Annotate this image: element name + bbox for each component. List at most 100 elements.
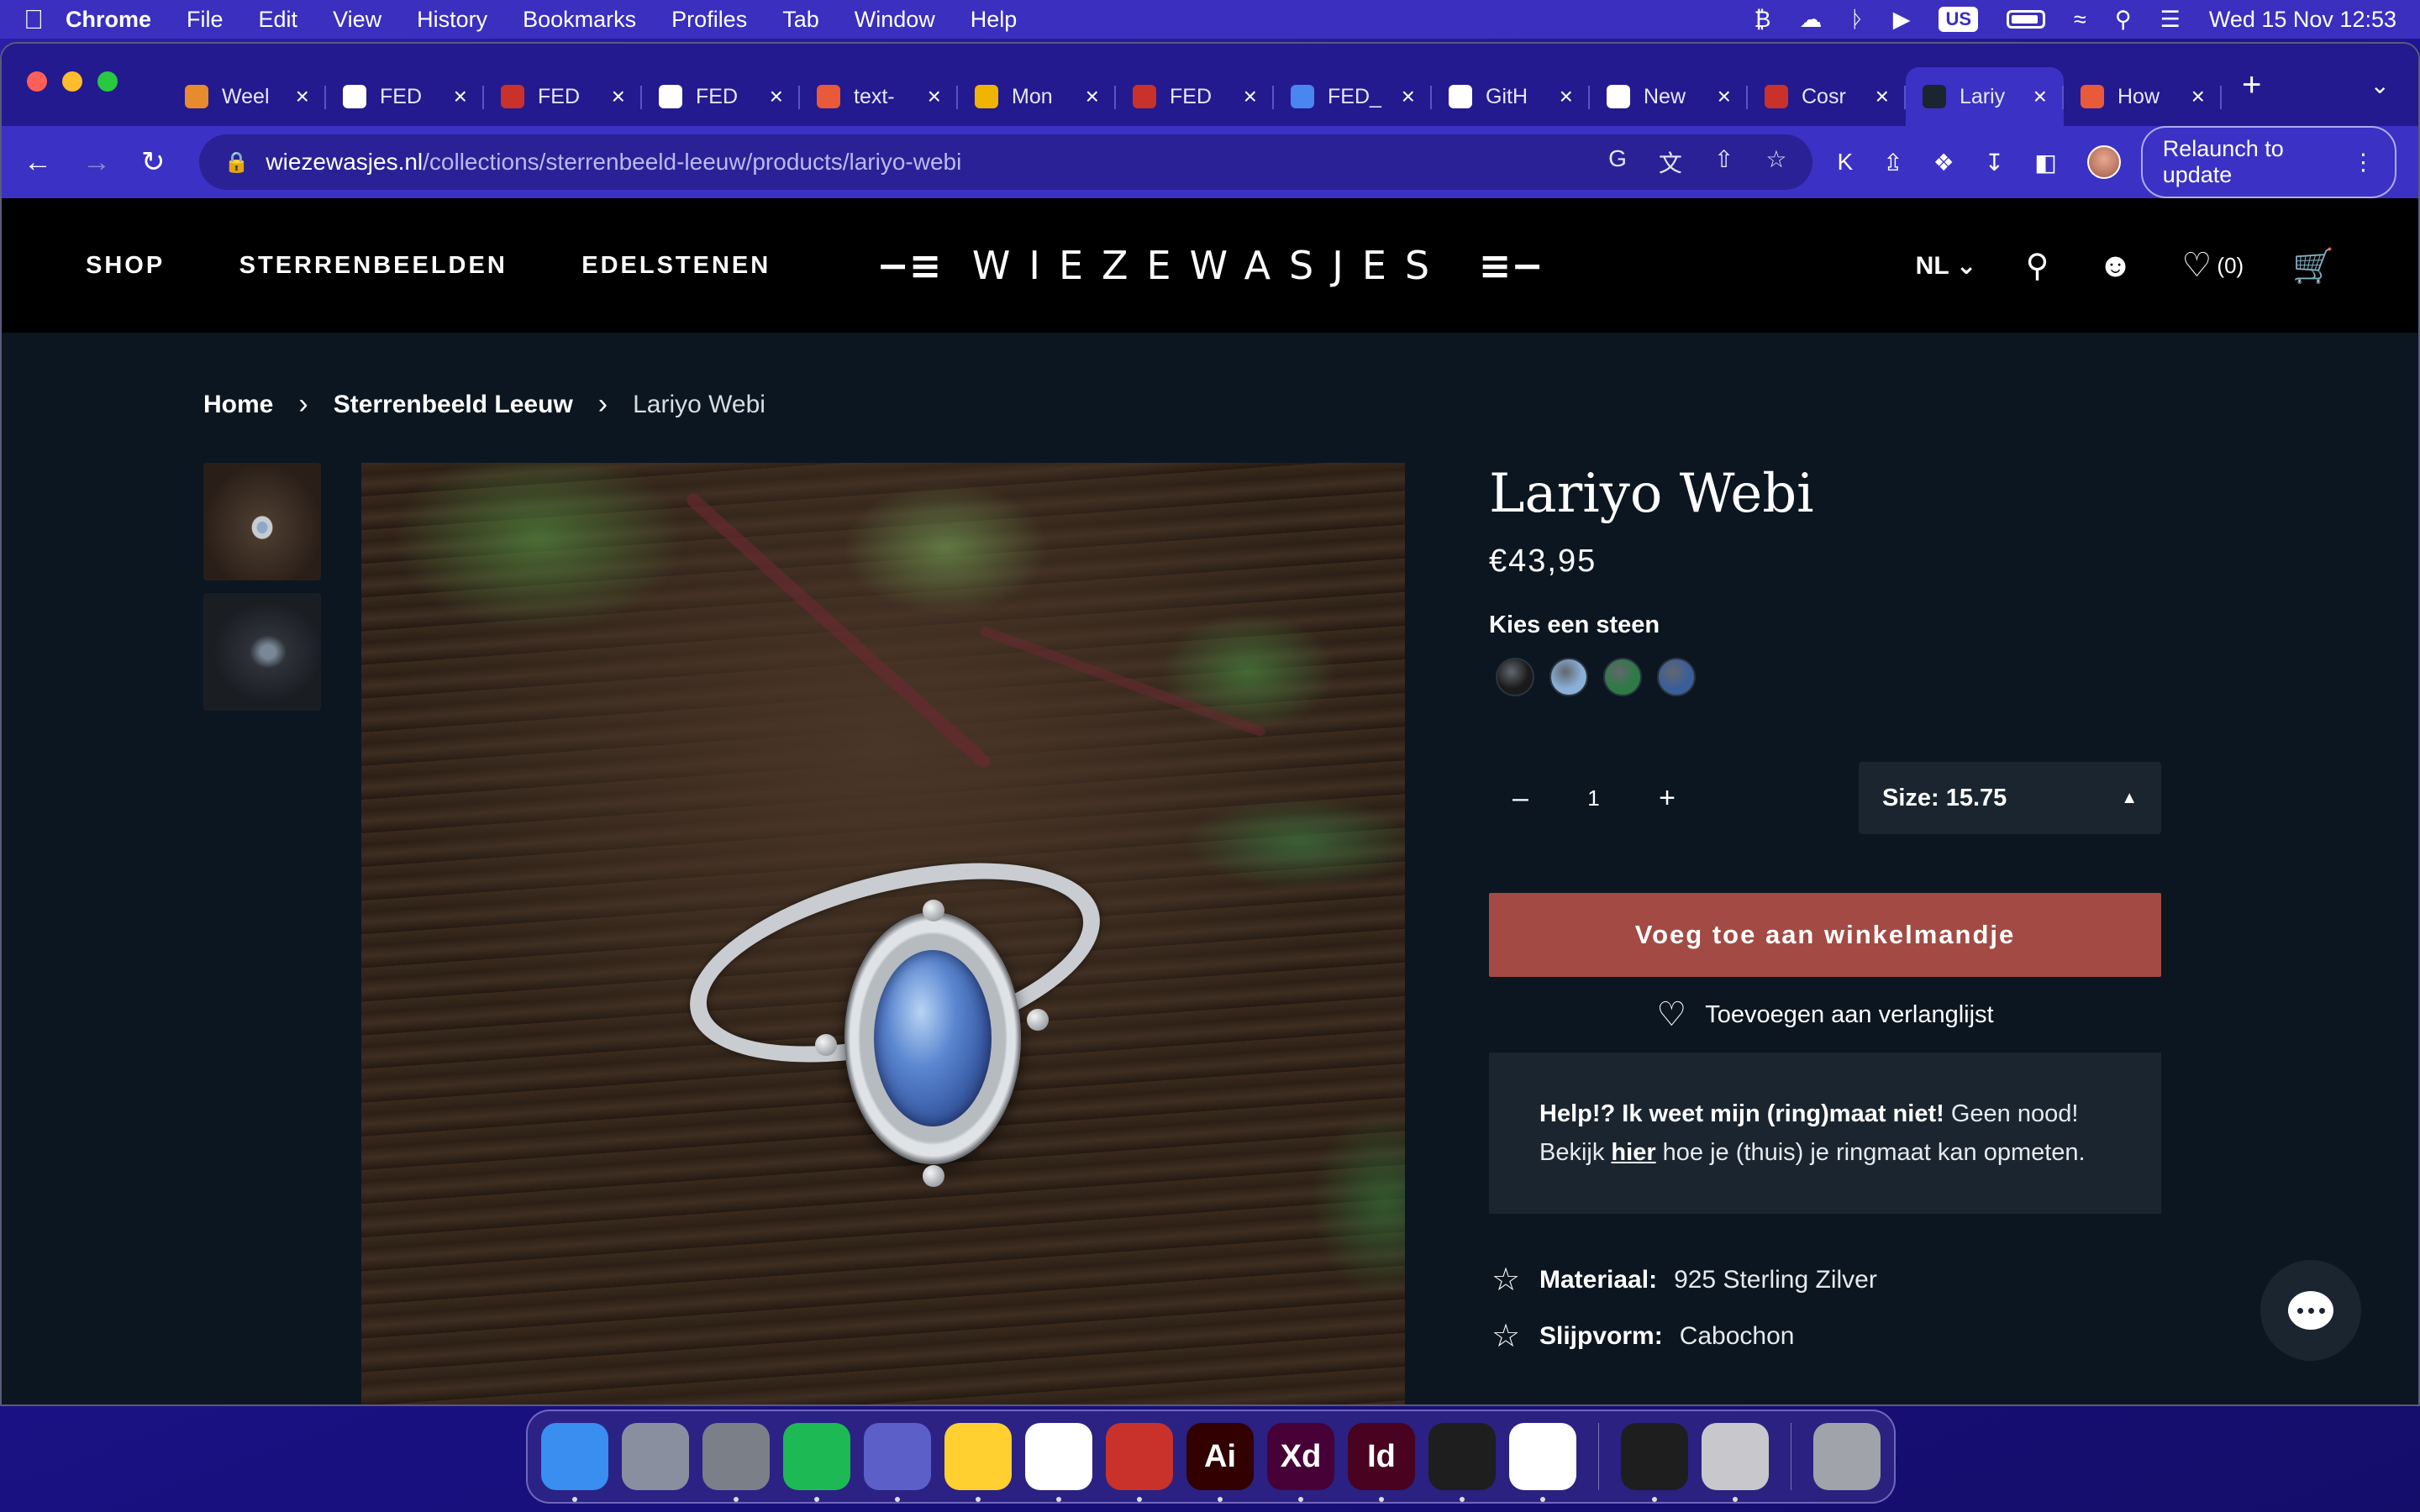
menu-tab[interactable]: Tab: [782, 7, 819, 33]
basket-icon[interactable]: 🛒: [2292, 246, 2334, 286]
system-settings-icon[interactable]: [702, 1423, 770, 1502]
vscode-icon[interactable]: [1509, 1423, 1576, 1502]
quantity-value[interactable]: 1: [1587, 785, 1599, 811]
side-panel-icon[interactable]: ◧: [2034, 149, 2056, 176]
translate-icon[interactable]: 文: [1659, 145, 1682, 179]
search-icon[interactable]: ⚲: [2026, 247, 2049, 285]
browser-tab[interactable]: text- ×: [800, 67, 958, 126]
back-arrow-icon[interactable]: ←: [24, 146, 52, 179]
browser-tab[interactable]: GitH ×: [1432, 67, 1590, 126]
close-tab-icon[interactable]: ×: [1718, 83, 1731, 110]
wishlist-link[interactable]: ♡ (0): [2182, 246, 2244, 285]
extensions-puzzle-icon[interactable]: ❖: [1933, 149, 1954, 176]
browser-tab[interactable]: How ×: [2064, 67, 2222, 126]
stone-swatch-malachite[interactable]: [1603, 658, 1642, 696]
spotify-icon[interactable]: [783, 1423, 850, 1502]
xd-icon[interactable]: Xd: [1267, 1423, 1334, 1502]
menu-bookmarks[interactable]: Bookmarks: [523, 7, 636, 33]
close-tab-icon[interactable]: ×: [1086, 83, 1099, 110]
menu-window[interactable]: Window: [855, 7, 935, 33]
breadcrumb-home[interactable]: Home: [203, 391, 273, 419]
browser-tab[interactable]: FED ×: [1116, 67, 1274, 126]
google-lens-icon[interactable]: G: [1608, 145, 1627, 179]
close-tab-icon[interactable]: ×: [928, 83, 941, 110]
reload-icon[interactable]: ↻: [141, 145, 166, 179]
figma-icon[interactable]: [1428, 1423, 1496, 1502]
acrobat-icon[interactable]: [1106, 1423, 1173, 1502]
add-to-wishlist-button[interactable]: ♡ Toevoegen aan verlanglijst: [1489, 995, 2161, 1034]
product-main-image[interactable]: [361, 463, 1405, 1404]
tab-search-chevron-icon[interactable]: ⌄: [2370, 71, 2390, 99]
address-bar[interactable]: 🔒 wiezewasjes.nl/collections/sterrenbeel…: [198, 134, 1812, 190]
close-tab-icon[interactable]: ×: [296, 83, 309, 110]
more-menu-icon[interactable]: ⋮: [2352, 150, 2375, 176]
stone-swatch-black-stone[interactable]: [1496, 658, 1534, 696]
close-tab-icon[interactable]: ×: [1876, 83, 1889, 110]
share-icon[interactable]: ⇧: [1714, 145, 1733, 179]
bluetooth-icon[interactable]: ᚦ: [1850, 7, 1864, 33]
close-tab-icon[interactable]: ×: [1560, 83, 1573, 110]
close-window-icon[interactable]: [27, 71, 47, 92]
site-info-icon[interactable]: 🔒: [224, 150, 250, 175]
font-book-icon[interactable]: [1702, 1423, 1769, 1502]
close-tab-icon[interactable]: ×: [454, 83, 467, 110]
illustrator-icon[interactable]: Ai: [1186, 1423, 1254, 1502]
stone-swatch-blue-moonstone[interactable]: [1549, 658, 1588, 696]
close-tab-icon[interactable]: ×: [2191, 83, 2205, 110]
browser-tab[interactable]: FED_ ×: [1274, 67, 1432, 126]
trash-icon[interactable]: [1813, 1423, 1881, 1490]
teams-icon[interactable]: [864, 1423, 931, 1502]
minimize-window-icon[interactable]: [62, 71, 82, 92]
nav-edelstenen[interactable]: EDELSTENEN: [581, 252, 771, 279]
close-tab-icon[interactable]: ×: [770, 83, 783, 110]
chrome-icon[interactable]: [1025, 1423, 1092, 1502]
breadcrumb-category[interactable]: Sterrenbeeld Leeuw: [334, 391, 573, 419]
close-tab-icon[interactable]: ×: [1402, 83, 1415, 110]
chat-widget-button[interactable]: [2260, 1260, 2361, 1361]
menu-app-name[interactable]: Chrome: [66, 7, 151, 33]
nav-shop[interactable]: SHOP: [86, 252, 165, 279]
close-tab-icon[interactable]: ×: [2033, 83, 2047, 110]
input-source-badge[interactable]: US: [1939, 7, 1979, 32]
increase-quantity-button[interactable]: +: [1659, 782, 1676, 815]
download-icon[interactable]: ↧: [1985, 149, 2004, 176]
browser-tab[interactable]: Weel ×: [168, 67, 326, 126]
size-select[interactable]: Size: 15.75 ▲: [1859, 762, 2161, 834]
browser-tab[interactable]: Mon ×: [958, 67, 1116, 126]
indesign-icon[interactable]: Id: [1348, 1423, 1415, 1502]
battery-icon[interactable]: [2007, 10, 2046, 29]
creative-cloud-icon[interactable]: ☁: [1799, 7, 1822, 33]
finder-icon[interactable]: [541, 1423, 608, 1502]
close-tab-icon[interactable]: ×: [1244, 83, 1257, 110]
menu-file[interactable]: File: [187, 7, 224, 33]
browser-tab[interactable]: Lariy ×: [1906, 67, 2064, 126]
menu-edit[interactable]: Edit: [259, 7, 298, 33]
menu-view[interactable]: View: [333, 7, 381, 33]
miro-icon[interactable]: [944, 1423, 1012, 1502]
close-tab-icon[interactable]: ×: [612, 83, 625, 110]
currency-icon[interactable]: ₿: [1754, 7, 1770, 33]
stone-swatch-labradorite[interactable]: [1657, 658, 1696, 696]
forward-arrow-icon[interactable]: →: [82, 146, 111, 179]
bookmark-star-icon[interactable]: ☆: [1765, 145, 1786, 179]
product-thumbnail-2[interactable]: [203, 593, 321, 711]
clock[interactable]: Wed 15 Nov 12:53: [2209, 7, 2396, 33]
browser-tab[interactable]: FED ×: [326, 67, 484, 126]
add-to-cart-button[interactable]: Voeg toe aan winkelmandje: [1489, 893, 2161, 977]
product-thumbnail-1[interactable]: [203, 463, 321, 580]
terminal-icon[interactable]: [1621, 1423, 1688, 1502]
spotlight-icon[interactable]: ⚲: [2115, 7, 2132, 33]
launchpad-icon[interactable]: [622, 1423, 689, 1490]
wifi-icon[interactable]: ≈: [2074, 7, 2086, 33]
relaunch-button[interactable]: Relaunch to update ⋮: [2140, 126, 2396, 198]
k-extension-icon[interactable]: K: [1838, 149, 1854, 176]
language-selector[interactable]: NL ⌄: [1916, 251, 1977, 281]
upload-extension-icon[interactable]: ⇫: [1883, 149, 1902, 176]
new-tab-button[interactable]: +: [2242, 66, 2261, 104]
ring-size-guide-link[interactable]: hier: [1611, 1139, 1655, 1166]
menu-profiles[interactable]: Profiles: [671, 7, 747, 33]
browser-tab[interactable]: FED ×: [484, 67, 642, 126]
zoom-window-icon[interactable]: [97, 71, 118, 92]
site-logo[interactable]: −≡ WIEZEWASJES ≡−: [876, 243, 1544, 288]
menu-history[interactable]: History: [417, 7, 487, 33]
